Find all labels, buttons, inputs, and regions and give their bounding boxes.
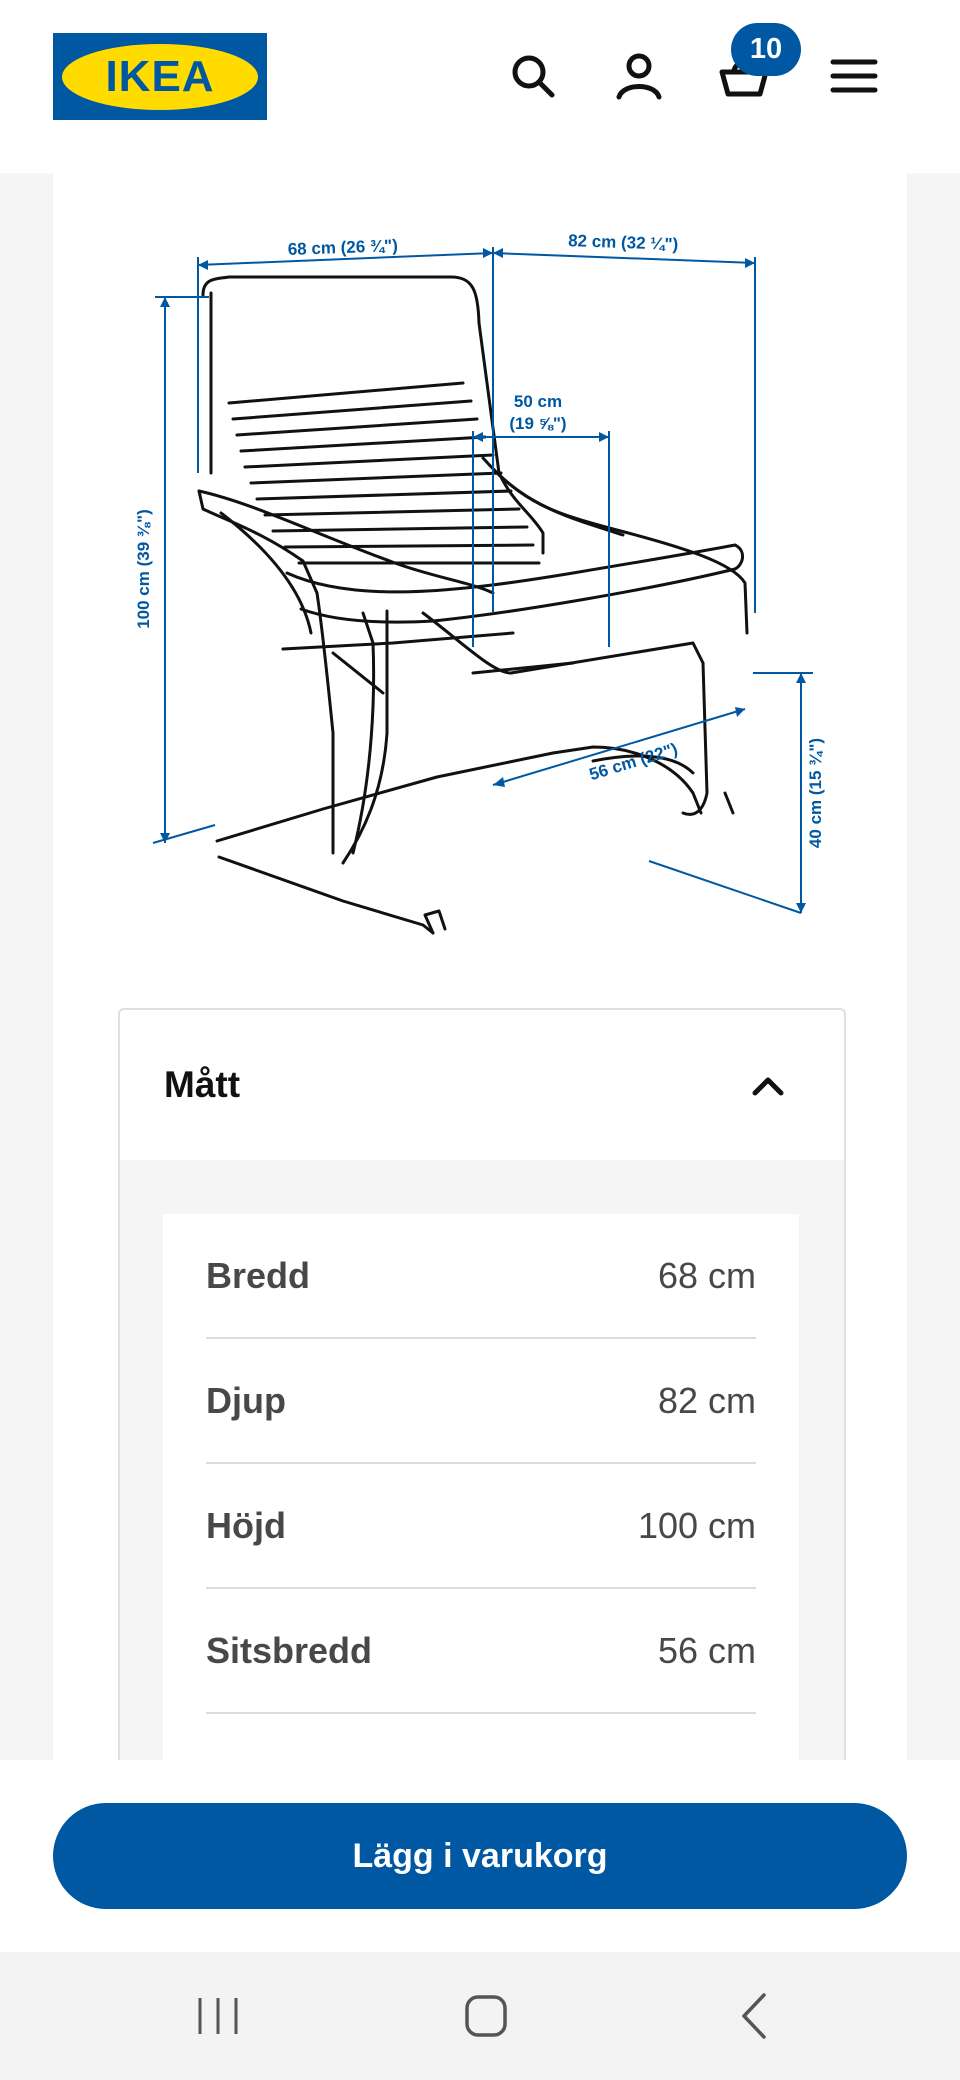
- width-dimension-label: 68 cm (26 ¾"): [287, 236, 398, 259]
- dimension-row-depth: Djup 82 cm: [206, 1339, 756, 1464]
- dimensions-accordion-header[interactable]: Mått: [120, 1010, 844, 1160]
- recent-apps-icon[interactable]: [188, 1986, 248, 2046]
- dimension-value: 82 cm: [657, 1379, 756, 1421]
- search-icon[interactable]: [505, 48, 561, 104]
- logo-text: IKEA: [62, 43, 258, 110]
- top-header: IKEA 10: [0, 0, 960, 173]
- add-to-cart-button[interactable]: Lägg i varukorg: [53, 1803, 907, 1909]
- dimension-drawing: 68 cm (26 ¾") 82 cm (32 ¼") 50 cm (19 ⅝"…: [134, 231, 825, 935]
- menu-icon[interactable]: [826, 48, 882, 104]
- height-dimension-label: 100 cm (39 ⅜"): [134, 509, 153, 629]
- cart-count-badge: 10: [731, 23, 801, 76]
- dimension-value: 100 cm: [637, 1504, 756, 1546]
- dimension-value: 68 cm: [657, 1254, 756, 1296]
- home-icon[interactable]: [456, 1986, 516, 2046]
- seat-height-dimension-label: 40 cm (15 ¾"): [806, 738, 825, 848]
- dimension-row-height: Höjd 100 cm: [206, 1464, 756, 1589]
- dimension-label: Bredd: [206, 1254, 311, 1296]
- dimensions-title: Mått: [164, 1064, 241, 1105]
- dimension-label: Sitsbredd: [206, 1629, 373, 1671]
- dimensions-table: Bredd 68 cm Djup 82 cm Höjd 100 cm Sitsb…: [163, 1214, 799, 1770]
- dimension-value: 56 cm: [657, 1629, 756, 1671]
- dimension-row-width: Bredd 68 cm: [206, 1214, 756, 1339]
- add-to-cart-bar: Lägg i varukorg: [0, 1760, 960, 1952]
- depth-dimension-label: 82 cm (32 ¼"): [568, 231, 679, 254]
- chevron-up-icon[interactable]: [750, 1073, 786, 1097]
- ikea-logo[interactable]: IKEA: [53, 33, 267, 120]
- account-icon[interactable]: [611, 48, 667, 104]
- dimension-row-seat-width: Sitsbredd 56 cm: [206, 1589, 756, 1714]
- seat-depth-in-label: (19 ⅝"): [509, 414, 566, 433]
- back-icon[interactable]: [726, 1986, 786, 2046]
- android-navigation-bar: [0, 1952, 960, 2080]
- seat-depth-cm-label: 50 cm: [514, 392, 562, 411]
- dimensions-accordion: Mått Bredd 68 cm Djup 82 cm Höjd 100 cm …: [118, 1008, 846, 1772]
- dimension-label: Djup: [206, 1379, 286, 1421]
- dimension-label: Höjd: [206, 1504, 286, 1546]
